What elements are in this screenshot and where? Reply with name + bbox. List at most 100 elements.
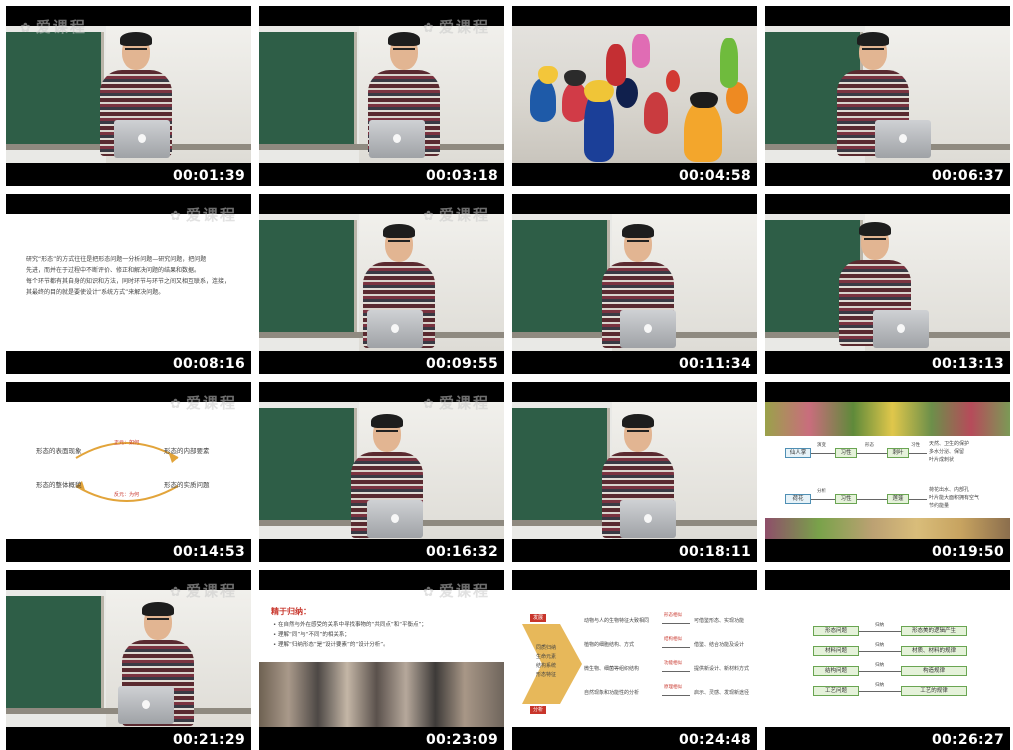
flow-node: 构造规律 (901, 666, 967, 676)
video-thumbnail[interactable]: 形态的表面现象 形态的内部要素 形态的整体概貌 形态的实质问题 正元：如何 反元… (6, 382, 251, 562)
flow-arrow (859, 671, 901, 672)
flow-arrow (859, 631, 901, 632)
lecture-frame (259, 214, 504, 351)
row-result: 启示、灵感、发现新途径 (694, 690, 750, 696)
watermark-logo-icon: ✿ (423, 21, 436, 36)
watermark-logo-icon: ✿ (170, 209, 183, 224)
row-tag: 功能相似 (664, 661, 682, 666)
diagram-label: 形态的实质问题 (164, 481, 210, 489)
video-thumbnail[interactable]: 00:13:13 (765, 194, 1010, 374)
slide-frame: 形态问题 材料问题 结构问题 工艺问题 归纳 归纳 归纳 归纳 形态美的逻辑产生… (765, 590, 1010, 727)
row-result: 提供新设计、新材料方式 (694, 666, 750, 672)
video-thumbnail[interactable]: 研究“形态”的方式往往是把形态问题一分析问题—研究问题，把问题 先进，而并在于过… (6, 194, 251, 374)
row-tag: 形态相似 (664, 613, 682, 618)
video-thumbnail[interactable]: ✿ 爱课程 00:21:29 (6, 570, 251, 750)
row-tag: 原理相似 (664, 685, 682, 690)
flow-node: 仙人掌 (785, 448, 811, 458)
watermark: ✿ 爱课程 (423, 582, 490, 600)
watermark: ✿ 爱课程 (423, 394, 490, 412)
slide-frame: 研究“形态”的方式往往是把形态问题一分析问题—研究问题，把问题 先进，而并在于过… (6, 214, 251, 351)
timestamp: 00:23:09 (425, 732, 498, 748)
thumbnail-grid: ✿ 爱课程 00:01:39 ✿ 爱课程 00:03:18 00:04:58 0… (0, 0, 1013, 750)
timestamp: 00:19:50 (931, 544, 1004, 560)
lecture-frame (512, 402, 757, 539)
lecture-frame (259, 402, 504, 539)
timestamp: 00:14:53 (172, 544, 245, 560)
plant-photo-strip (765, 518, 1010, 539)
watermark: ✿ 爱课程 (170, 206, 237, 224)
lecture-frame (512, 214, 757, 351)
flow-arrow (909, 453, 927, 454)
row-arrow (662, 647, 690, 648)
flow-arrow (811, 453, 835, 454)
flow-node: 形态美的逻辑产生 (901, 626, 967, 636)
flow-arrow (811, 499, 835, 500)
lecture-frame (6, 26, 251, 163)
watermark-logo-icon: ✿ (170, 585, 183, 600)
arrow-label: 分析 (817, 489, 826, 494)
flow-node: 结构问题 (813, 666, 859, 676)
arrow-label: 归纳 (875, 683, 884, 688)
slide-title: 精于归纳： (271, 607, 311, 616)
row-tag: 结构相似 (664, 637, 682, 642)
row-arrow (662, 623, 690, 624)
timestamp: 00:16:32 (425, 544, 498, 560)
row-text: 自然现象和功能性的分析 (584, 690, 640, 696)
video-thumbnail[interactable]: 00:04:58 (512, 6, 757, 186)
slide-frame: 形态的表面现象 形态的内部要素 形态的整体概貌 形态的实质问题 正元：如何 反元… (6, 402, 251, 539)
row-text: 动物与人的生物特征大致相同 (584, 618, 650, 624)
row-text: 微生物、细菌等组织结构 (584, 666, 640, 672)
video-thumbnail[interactable]: ✿ 爱课程 00:01:39 (6, 6, 251, 186)
timestamp: 00:03:18 (425, 168, 498, 184)
watermark-logo-icon: ✿ (423, 397, 436, 412)
lecture-frame (765, 214, 1010, 351)
watermark-logo-icon: ✿ (423, 585, 436, 600)
timestamp: 00:06:37 (931, 168, 1004, 184)
watermark-logo-icon: ✿ (20, 21, 33, 36)
video-thumbnail[interactable]: 形态问题 材料问题 结构问题 工艺问题 归纳 归纳 归纳 归纳 形态美的逻辑产生… (765, 570, 1010, 750)
plant-photo-strip (765, 402, 1010, 436)
lecture-frame (765, 26, 1010, 163)
watermark: ✿ 爱课程 (20, 18, 87, 36)
flow-node: 荷花 (785, 494, 811, 504)
lecture-frame (259, 26, 504, 163)
video-thumbnail[interactable]: 00:06:37 (765, 6, 1010, 186)
flow-node: 工艺问题 (813, 686, 859, 696)
timestamp: 00:13:13 (931, 356, 1004, 372)
flow-node: 材料问题 (813, 646, 859, 656)
row-text: 植物的细胞结构、方式 (584, 642, 635, 648)
video-thumbnail[interactable]: ✿ 爱课程 00:09:55 (259, 194, 504, 374)
flow-arrow (909, 499, 927, 500)
flow-arrow (859, 651, 901, 652)
watermark-logo-icon: ✿ (170, 397, 183, 412)
tag: 分析 (530, 706, 547, 714)
slide-bullets: • 在自然与外在感受的关系中寻找事物的“共同点”和“平衡点”； • 理解“同”与… (273, 622, 427, 648)
tag: 发展 (530, 614, 547, 622)
arrow-label: 归纳 (875, 643, 884, 648)
timestamp: 00:18:11 (678, 544, 751, 560)
slide-frame: 仙人掌 习性 刺叶 天然、卫生的保护 多水分泌、保留 叶片成刺状 荷花 习性 莲蓬 … (765, 402, 1010, 539)
timestamp: 00:21:29 (172, 732, 245, 748)
flow-node: 莲蓬 (887, 494, 909, 504)
lecture-frame (6, 590, 251, 727)
flow-node: 刺叶 (887, 448, 909, 458)
video-thumbnail[interactable]: 仙人掌 习性 刺叶 天然、卫生的保护 多水分泌、保留 叶片成刺状 荷花 习性 莲蓬 … (765, 382, 1010, 562)
timestamp: 00:24:48 (678, 732, 751, 748)
video-thumbnail[interactable]: 00:11:34 (512, 194, 757, 374)
row-result: 可借鉴形态、实现功能 (694, 618, 745, 624)
flow-node: 材质、材料的规律 (901, 646, 967, 656)
video-thumbnail[interactable]: ✿ 爱课程 00:16:32 (259, 382, 504, 562)
center-lines: 同质归纳 生命元素 结构系统 形态特征 (536, 645, 557, 678)
cycle-diagram (75, 442, 179, 502)
video-thumbnail[interactable]: ✿ 爱课程 00:03:18 (259, 6, 504, 186)
arrow-label: 习性 (911, 443, 920, 448)
arrow-label: 归纳 (875, 663, 884, 668)
video-thumbnail[interactable]: 00:18:11 (512, 382, 757, 562)
flow-notes: 天然、卫生的保护 多水分泌、保留 叶片成刺状 (929, 441, 970, 463)
watermark: ✿ 爱课程 (423, 18, 490, 36)
row-arrow (662, 695, 690, 696)
video-thumbnail[interactable]: 精于归纳： • 在自然与外在感受的关系中寻找事物的“共同点”和“平衡点”； • … (259, 570, 504, 750)
video-thumbnail[interactable]: 发展 分析 同质归纳 生命元素 结构系统 形态特征 动物与人的生物特征大致相同 形态相… (512, 570, 757, 750)
diagram-label: 形态的内部要素 (164, 447, 210, 455)
slide-frame: 发展 分析 同质归纳 生命元素 结构系统 形态特征 动物与人的生物特征大致相同 形态相… (512, 590, 757, 727)
